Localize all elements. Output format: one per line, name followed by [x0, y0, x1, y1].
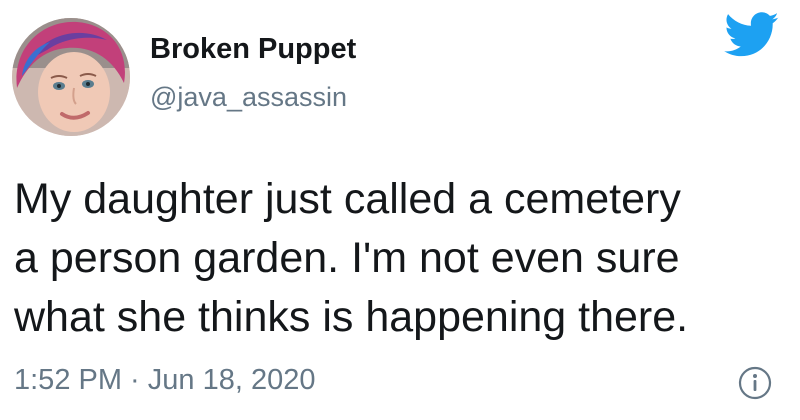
tweet-text-line: My daughter just called a cemetery	[14, 175, 681, 223]
tweet-text-line: a person garden. I'm not even sure	[14, 234, 680, 282]
info-icon[interactable]	[738, 366, 772, 400]
author-handle[interactable]: @java_assassin	[150, 82, 347, 113]
twitter-bird-icon[interactable]	[724, 12, 780, 58]
tweet-timestamp[interactable]: 1:52 PM · Jun 18, 2020	[14, 364, 315, 397]
avatar[interactable]	[12, 18, 130, 136]
avatar-image	[12, 18, 130, 136]
tweet-card: Broken Puppet @java_assassin My daughter…	[0, 0, 800, 420]
tweet-text-line: what she thinks is happening there.	[14, 293, 689, 341]
author-display-name[interactable]: Broken Puppet	[150, 33, 356, 66]
tweet-text: My daughter just called a cemetery a per…	[14, 170, 794, 347]
